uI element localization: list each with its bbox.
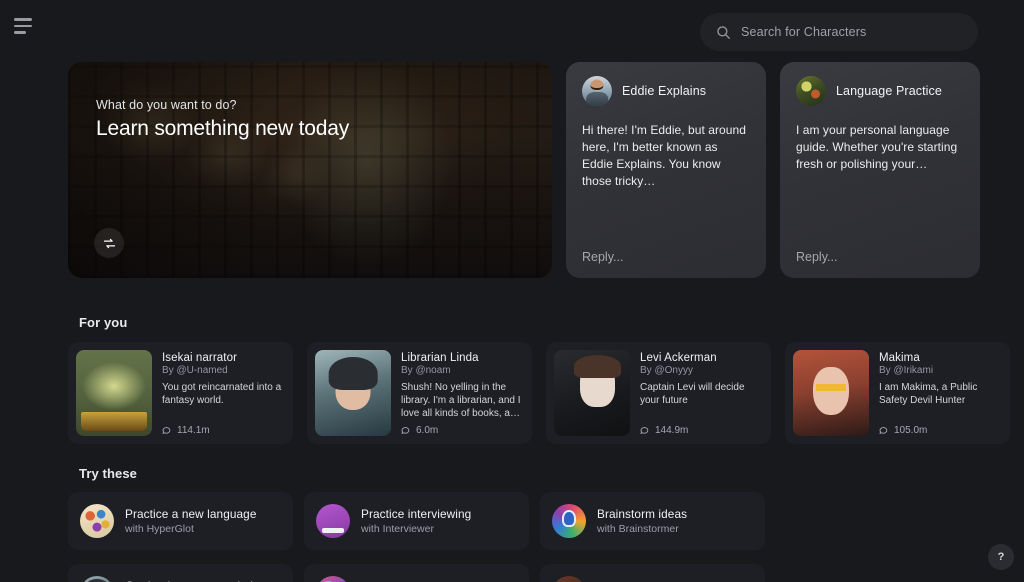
plan-trip-icon: [316, 576, 350, 582]
chat-count-value: 6.0m: [416, 425, 439, 436]
shuffle-icon[interactable]: [94, 228, 124, 258]
chat-bubble-icon: [879, 426, 889, 436]
suggestion-card-book-recommendations[interactable]: Get book recommendations with Librarian …: [68, 564, 293, 582]
character-description: Captain Levi will decide your future: [640, 382, 745, 406]
top-bar: Search for Characters: [0, 0, 1024, 60]
try-these-grid: Practice a new language with HyperGlot P…: [68, 492, 988, 582]
character-card-body: Makima By @Irikami I am Makima, a Public…: [879, 350, 1002, 436]
chat-count: 105.0m: [879, 425, 927, 436]
character-name: Librarian Linda: [401, 352, 479, 364]
character-thumbnail: [315, 350, 391, 436]
section-title-for-you: For you: [79, 315, 128, 330]
character-author: By @noam: [401, 365, 451, 376]
hamburger-line: [14, 18, 32, 21]
character-thumbnail: [76, 350, 152, 436]
search-input[interactable]: Search for Characters: [700, 13, 978, 51]
suggestion-text: Practice interviewing with Interviewer: [361, 507, 471, 535]
reply-input[interactable]: Reply...: [796, 250, 837, 264]
librarian-icon: [80, 576, 114, 582]
character-name: Language Practice: [836, 84, 942, 98]
character-author: By @U-named: [162, 365, 228, 376]
hamburger-menu-icon[interactable]: [12, 16, 36, 36]
for-you-row: Isekai narrator By @U-named You got rein…: [68, 342, 1010, 444]
suggestion-text: Practice a new language with HyperGlot: [125, 507, 257, 535]
suggestion-title: Practice interviewing: [361, 507, 472, 521]
character-card[interactable]: Librarian Linda By @noam Shush! No yelli…: [307, 342, 532, 444]
greeting-card-header: Language Practice: [796, 76, 964, 106]
chat-count: 114.1m: [162, 425, 210, 436]
chat-count: 144.9m: [640, 425, 688, 436]
character-name: Makima: [879, 352, 920, 364]
chat-count: 6.0m: [401, 425, 438, 436]
character-thumbnail: [793, 350, 869, 436]
hero-copy: What do you want to do? Learn something …: [96, 98, 349, 141]
suggestion-card-write-a-story[interactable]: Write a story: [540, 564, 765, 582]
write-story-icon: [552, 576, 586, 582]
hamburger-line: [14, 31, 26, 34]
suggestion-subtitle: with HyperGlot: [125, 523, 194, 535]
character-card-body: Librarian Linda By @noam Shush! No yelli…: [401, 350, 524, 436]
suggestion-title: Practice a new language: [125, 507, 257, 521]
character-description: Shush! No yelling in the library. I'm a …: [401, 382, 522, 419]
avatar: [796, 76, 826, 106]
suggestion-text: Brainstorm ideas with Brainstormer: [597, 507, 687, 535]
character-thumbnail: [554, 350, 630, 436]
search-icon: [716, 25, 731, 40]
help-button[interactable]: ?: [988, 544, 1014, 570]
reply-input[interactable]: Reply...: [582, 250, 623, 264]
character-card[interactable]: Isekai narrator By @U-named You got rein…: [68, 342, 293, 444]
section-title-try-these: Try these: [79, 466, 137, 481]
suggestion-card-plan-a-trip[interactable]: Plan a trip: [304, 564, 529, 582]
character-author: By @Irikami: [879, 365, 934, 376]
suggestion-card-practice-interviewing[interactable]: Practice interviewing with Interviewer: [304, 492, 529, 550]
suggestion-title: Brainstorm ideas: [597, 507, 688, 521]
character-message: Hi there! I'm Eddie, but around here, I'…: [582, 123, 746, 188]
hamburger-line: [14, 24, 32, 28]
character-card[interactable]: Levi Ackerman By @Onyyy Captain Levi wil…: [546, 342, 771, 444]
interviewer-icon: [316, 504, 350, 538]
chat-bubble-icon: [162, 426, 172, 436]
suggestion-subtitle: with Interviewer: [361, 523, 434, 535]
chat-count-value: 144.9m: [655, 425, 689, 436]
character-description: You got reincarnated into a fantasy worl…: [162, 382, 282, 406]
hero-banner[interactable]: What do you want to do? Learn something …: [68, 62, 552, 278]
character-author: By @Onyyy: [640, 365, 693, 376]
character-card-body: Isekai narrator By @U-named You got rein…: [162, 350, 285, 436]
character-description: I am Makima, a Public Safety Devil Hunte…: [879, 382, 978, 406]
world-map-icon: [80, 504, 114, 538]
character-card[interactable]: Makima By @Irikami I am Makima, a Public…: [785, 342, 1010, 444]
greeting-card-header: Eddie Explains: [582, 76, 750, 106]
chat-count-value: 114.1m: [177, 425, 210, 436]
lightbulb-icon: [552, 504, 586, 538]
suggestion-subtitle: with Brainstormer: [597, 523, 679, 535]
hero-title: Learn something new today: [96, 117, 349, 140]
chat-bubble-icon: [640, 426, 650, 436]
character-name: Isekai narrator: [162, 352, 238, 364]
suggestion-card-practice-language[interactable]: Practice a new language with HyperGlot: [68, 492, 293, 550]
avatar: [582, 76, 612, 106]
suggestion-card-brainstorm-ideas[interactable]: Brainstorm ideas with Brainstormer: [540, 492, 765, 550]
character-message: I am your personal language guide. Wheth…: [796, 123, 958, 171]
hero-kicker: What do you want to do?: [96, 98, 237, 112]
greeting-card-language-practice[interactable]: Language Practice I am your personal lan…: [780, 62, 980, 278]
chat-count-value: 105.0m: [894, 425, 928, 436]
hero-row: What do you want to do? Learn something …: [68, 62, 980, 278]
chat-bubble-icon: [401, 426, 411, 436]
character-name: Eddie Explains: [622, 84, 707, 98]
hero-overlay: [68, 62, 552, 278]
character-name: Levi Ackerman: [640, 352, 717, 364]
greeting-card-eddie-explains[interactable]: Eddie Explains Hi there! I'm Eddie, but …: [566, 62, 766, 278]
character-card-body: Levi Ackerman By @Onyyy Captain Levi wil…: [640, 350, 763, 436]
search-placeholder: Search for Characters: [741, 25, 867, 39]
